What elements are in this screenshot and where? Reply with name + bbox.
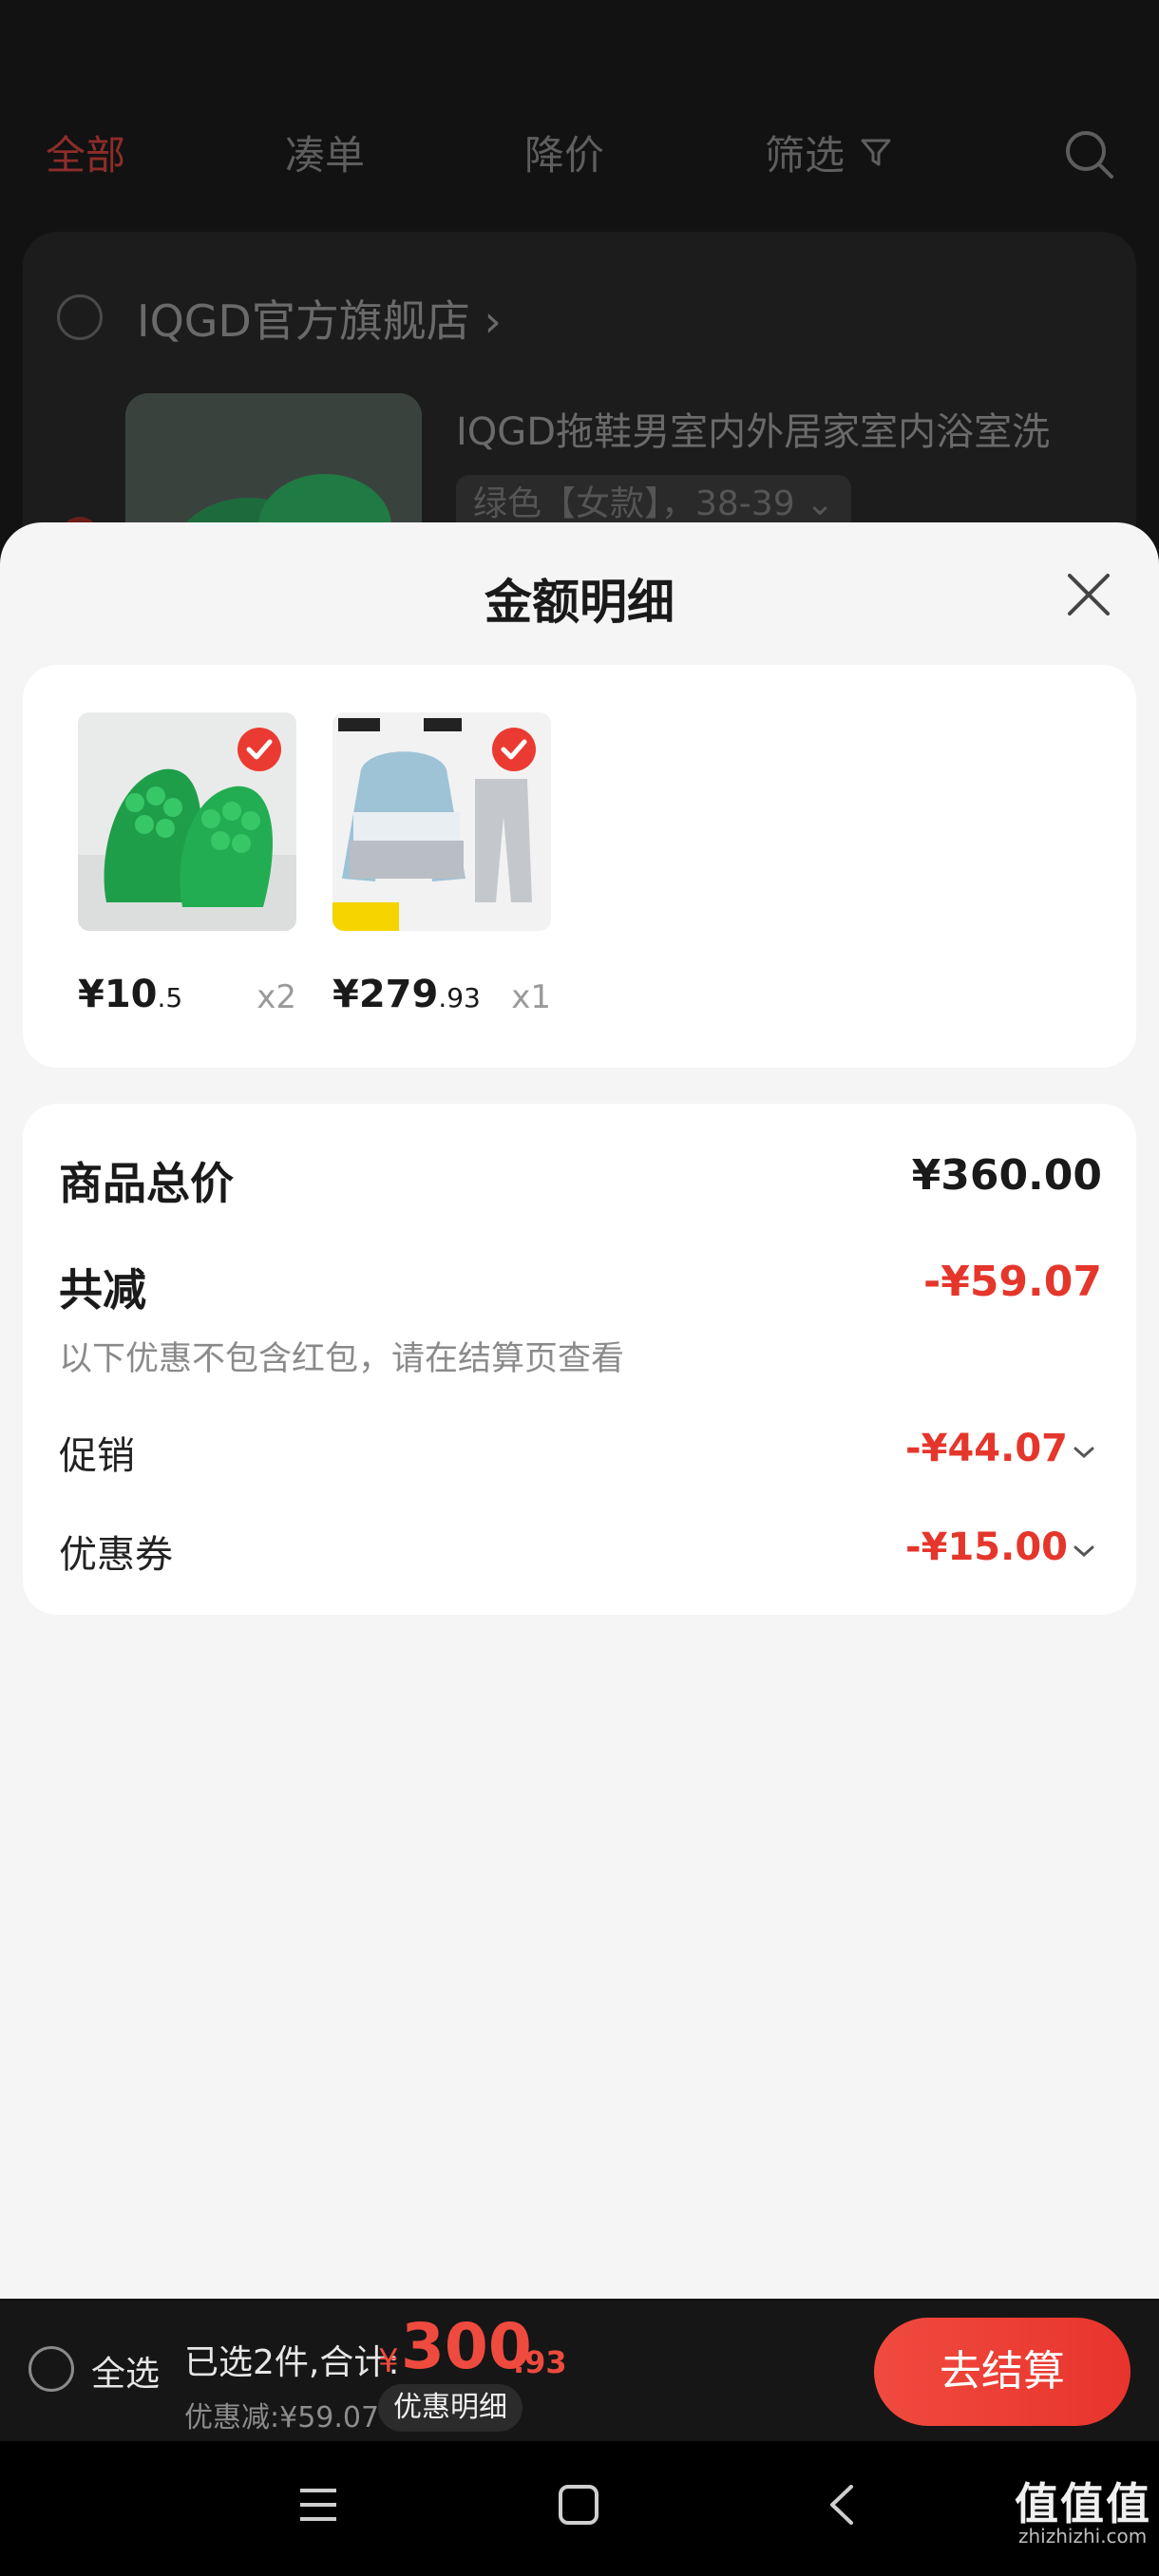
home-icon[interactable] xyxy=(557,2483,600,2527)
checked-icon xyxy=(238,728,281,771)
price-summary-card: 商品总价 ¥360.00 共减 -¥59.07 以下优惠不包含红包，请在结算页查… xyxy=(23,1104,1136,1615)
total-amount-decimal: .93 xyxy=(513,2344,567,2380)
shop-name[interactable]: IQGD官方旗舰店 › xyxy=(137,287,502,350)
selected-item[interactable]: ¥10.5 x2 xyxy=(78,712,296,1030)
product-title[interactable]: IQGD拖鞋男室内外居家室内浴室洗 xyxy=(456,401,1050,456)
amount-detail-sheet: 金额明细 ¥10.5 x2 ¥279.93 x1 商品总价 ¥360.00 共减… xyxy=(0,522,1159,2299)
total-price-label: 商品总价 xyxy=(59,1158,234,1209)
chevron-down-icon[interactable] xyxy=(1074,1544,1094,1558)
discount-note: 以下优惠不包含红包，请在结算页查看 xyxy=(59,1340,625,1378)
search-icon[interactable] xyxy=(1062,127,1117,182)
discount-detail-button[interactable]: 优惠明细 xyxy=(378,2384,522,2432)
shop-select-radio[interactable] xyxy=(57,294,103,340)
selected-count-text: 已选2件,合计: xyxy=(184,2343,400,2382)
hoodie-set-image[interactable] xyxy=(332,712,551,931)
background-cart-view: 全部 凑单 降价 筛选 IQGD官方旗舰店 › IQGD拖鞋男室内外居家室内浴室… xyxy=(0,0,1159,640)
discount-amount-text: 优惠减:¥59.07 xyxy=(184,2401,380,2434)
checked-icon xyxy=(492,728,536,771)
item-quantity: x1 xyxy=(511,978,551,1016)
checkout-button[interactable]: 去结算 xyxy=(874,2318,1130,2426)
watermark-logo: 值值值 xyxy=(1015,2478,1151,2529)
selected-items-card: ¥10.5 x2 ¥279.93 x1 xyxy=(23,665,1136,1068)
total-price-value: ¥360.00 xyxy=(911,1151,1102,1200)
tab-filter[interactable]: 筛选 xyxy=(765,123,845,181)
slippers-image[interactable] xyxy=(78,712,296,931)
select-all-radio[interactable] xyxy=(28,2346,74,2392)
item-quantity: x2 xyxy=(256,978,296,1016)
item-price: ¥10.5 xyxy=(78,973,183,1016)
select-all-label[interactable]: 全选 xyxy=(91,2346,160,2396)
close-icon[interactable] xyxy=(1062,568,1115,621)
watermark-url: zhizhizhi.com xyxy=(1018,2525,1148,2548)
item-price: ¥279.93 xyxy=(332,973,481,1016)
back-icon[interactable] xyxy=(821,2483,864,2527)
sheet-title: 金额明细 xyxy=(484,575,674,630)
total-currency: ¥ xyxy=(378,2342,399,2380)
filter-icon[interactable] xyxy=(860,137,892,169)
selected-item[interactable]: ¥279.93 x1 xyxy=(332,712,551,1030)
system-nav-bar: 值值值 zhizhizhi.com xyxy=(0,2441,1159,2576)
total-discount-label: 共减 xyxy=(59,1264,146,1316)
cart-tabs: 全部 凑单 降价 筛选 xyxy=(0,123,1159,190)
tab-all[interactable]: 全部 xyxy=(46,123,125,181)
coupon-value[interactable]: -¥15.00 xyxy=(905,1525,1068,1569)
page: 全部 凑单 降价 筛选 IQGD官方旗舰店 › IQGD拖鞋男室内外居家室内浴室… xyxy=(0,0,1159,2576)
total-discount-value: -¥59.07 xyxy=(922,1258,1102,1306)
promo-value[interactable]: -¥44.07 xyxy=(905,1427,1068,1470)
chevron-down-icon[interactable] xyxy=(1074,1446,1094,1459)
checkout-bar: 全选 已选2件,合计: ¥ 300 .93 优惠减:¥59.07 优惠明细 去结… xyxy=(0,2299,1159,2441)
coupon-label: 优惠券 xyxy=(59,1533,173,1577)
tab-bundle[interactable]: 凑单 xyxy=(285,123,365,181)
tab-price-drop[interactable]: 降价 xyxy=(524,123,604,181)
menu-icon[interactable] xyxy=(296,2483,340,2527)
promo-label: 促销 xyxy=(59,1434,135,1478)
